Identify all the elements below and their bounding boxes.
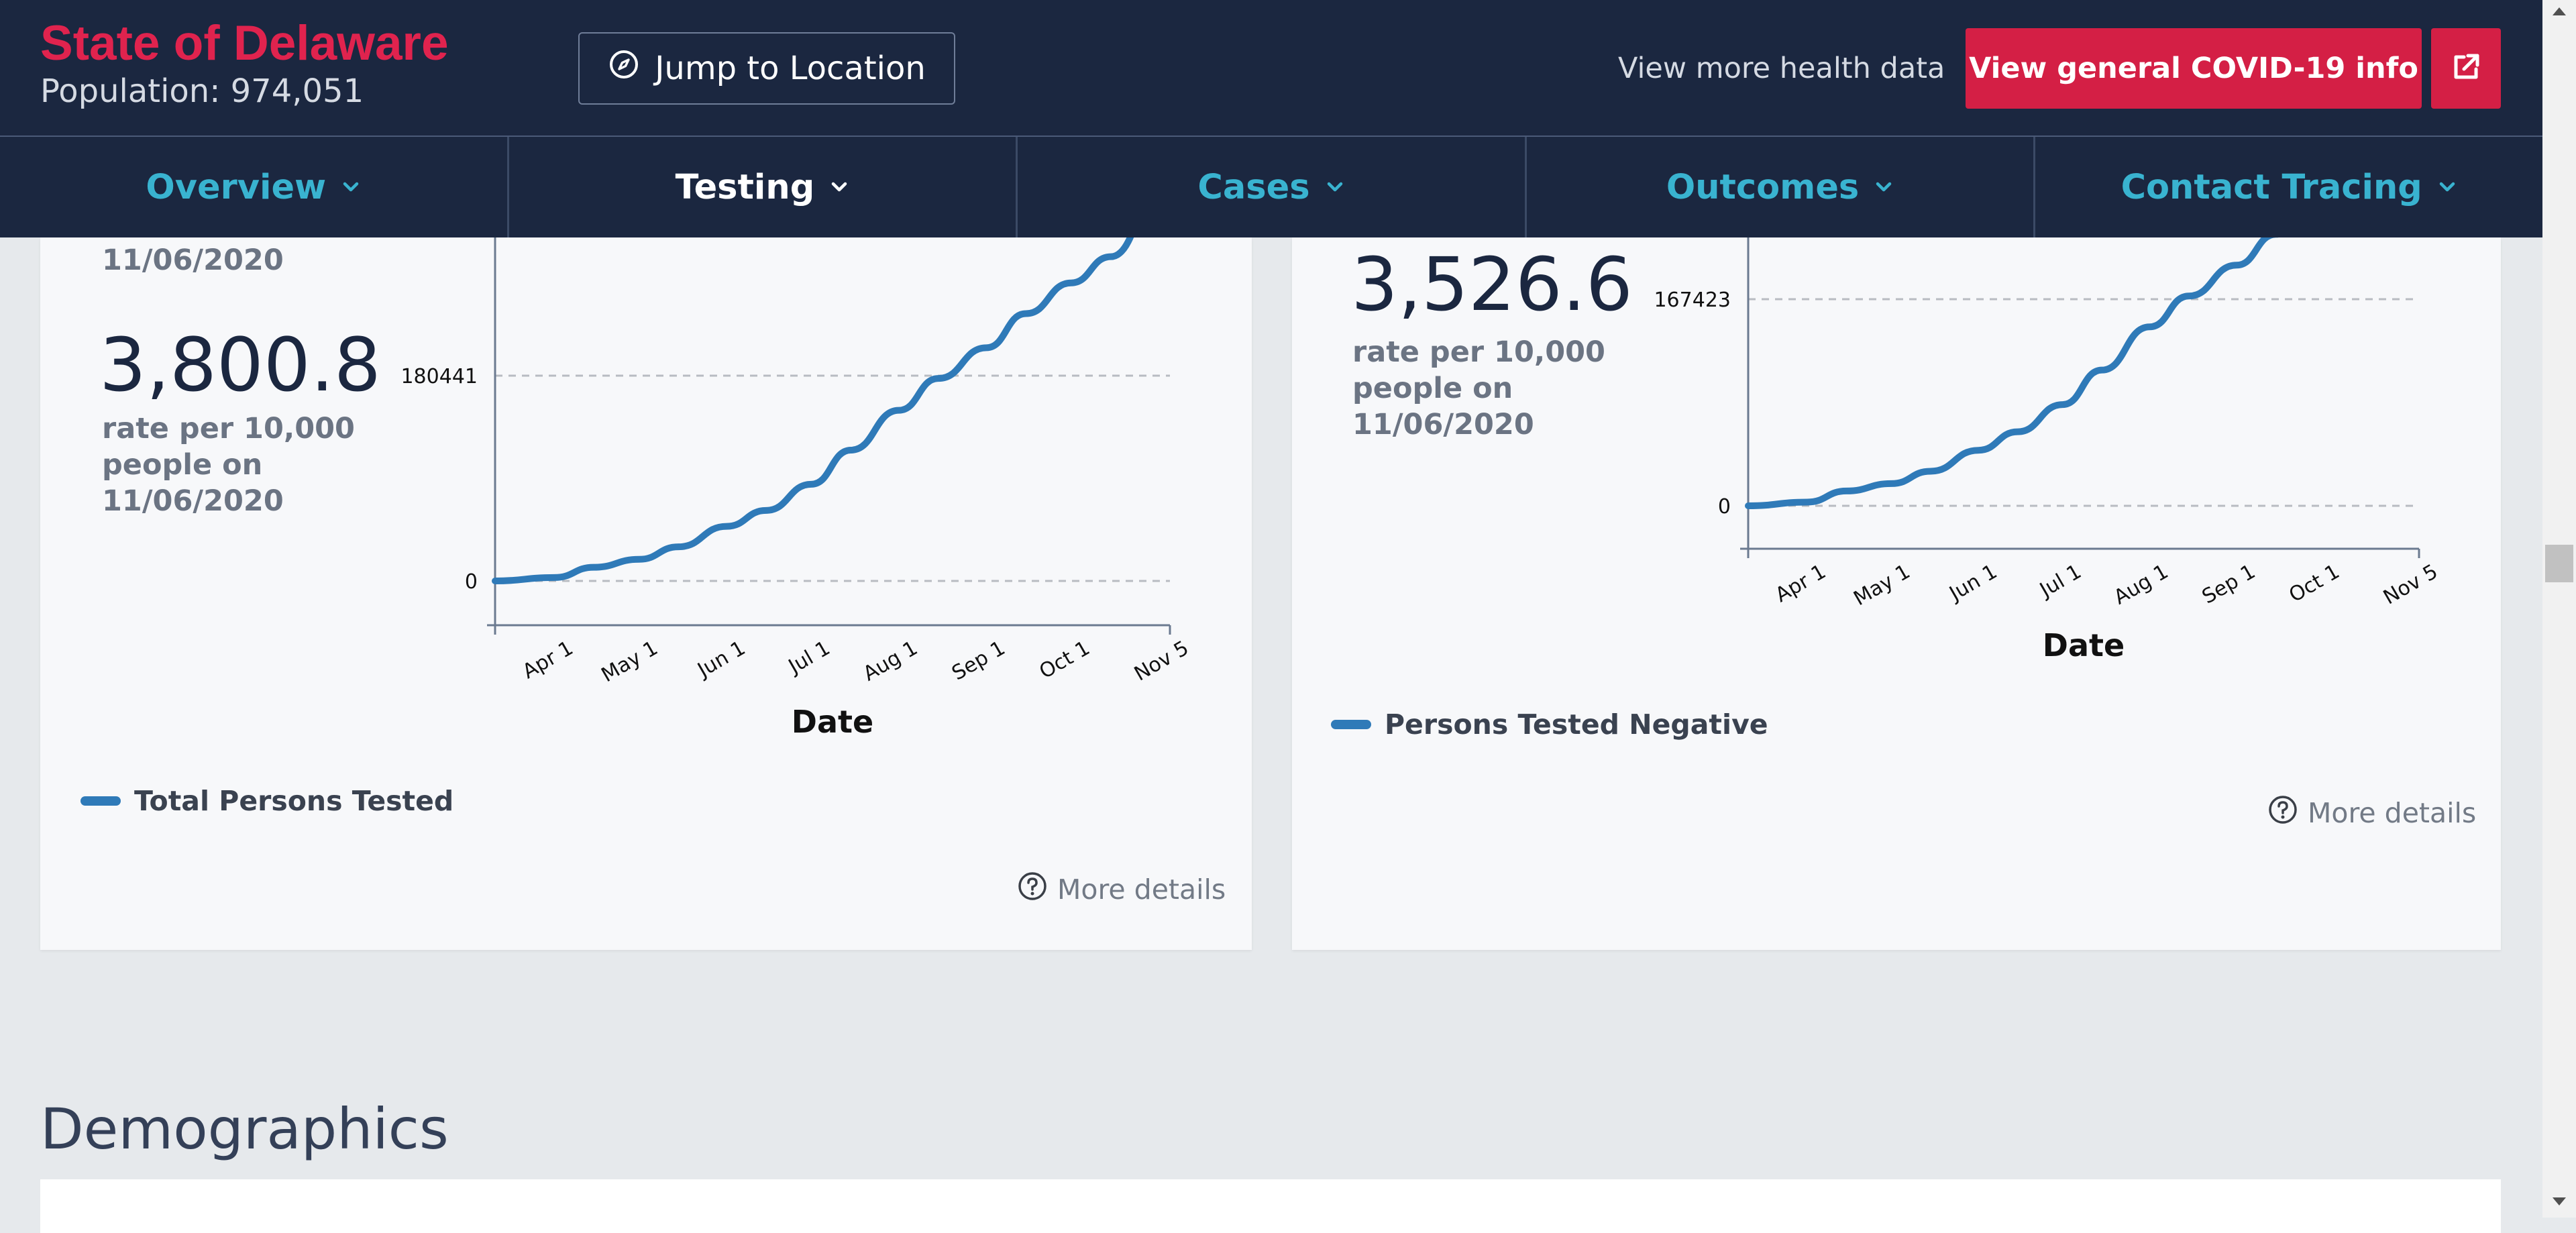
x-tick-label: May 1 <box>598 637 662 688</box>
tab-contact-tracing[interactable]: Contact Tracing <box>2035 137 2542 237</box>
question-circle-icon <box>2267 794 2298 832</box>
total-tested-line-chart: 0 180441 Apr 1 May 1 Jun 1 Jul 1 Aug 1 Sep 1 Oct… <box>400 237 1193 740</box>
external-link-icon <box>2451 52 2481 86</box>
tab-outcomes[interactable]: Outcomes <box>1527 137 2036 237</box>
chevron-down-icon <box>2439 182 2455 192</box>
x-tick-label: Jun 1 <box>693 637 750 683</box>
scroll-thumb[interactable] <box>2545 545 2573 582</box>
chart-legend: Persons Tested Negative <box>1331 708 1768 741</box>
y-tick-label: 167423 <box>1654 288 1731 312</box>
x-tick-label: Aug 1 <box>2110 560 2172 610</box>
chevron-down-icon <box>343 182 359 192</box>
tested-negative-line-chart: 0 167423 Apr 1 May 1 Jun 1 Jul 1 Aug 1 Sep 1 Oct… <box>1654 237 2442 663</box>
site-header: State of Delaware Population: 974,051 Ju… <box>0 0 2542 137</box>
section-nav: Overview Testing Cases Outcomes Contact … <box>0 137 2542 237</box>
x-tick-label: Oct 1 <box>2285 560 2343 608</box>
x-tick-label: Oct 1 <box>1035 637 1093 684</box>
tab-label: Overview <box>146 167 327 207</box>
x-tick-label: Sep 1 <box>2198 560 2259 609</box>
x-tick-label: Apr 1 <box>519 637 577 684</box>
x-tick-label: May 1 <box>1849 560 1914 611</box>
view-health-data-link[interactable]: View more health data <box>1618 48 1945 89</box>
covid-info-button[interactable]: View general COVID-19 info <box>1966 28 2422 109</box>
question-circle-icon <box>1017 871 1048 908</box>
chevron-down-icon <box>831 182 847 192</box>
x-axis-title: Date <box>2043 627 2125 663</box>
jump-to-location-button[interactable]: Jump to Location <box>578 32 955 105</box>
tab-overview[interactable]: Overview <box>0 137 509 237</box>
x-tick-label: Nov 5 <box>1130 637 1193 686</box>
persons-tested-negative-card: 3,526.6 rate per 10,000 people on 11/06/… <box>1292 237 2501 950</box>
x-tick-label: Sep 1 <box>948 637 1009 686</box>
x-axis-title: Date <box>792 704 873 740</box>
scroll-down-arrow-icon[interactable] <box>2551 1194 2568 1209</box>
chart-legend: Total Persons Tested <box>80 785 453 817</box>
y-tick-label: 0 <box>465 570 478 594</box>
demographics-card <box>40 1179 2501 1233</box>
x-tick-label: Aug 1 <box>859 637 922 686</box>
y-tick-label: 0 <box>1718 495 1731 519</box>
covid-info-label: View general COVID-19 info <box>1969 52 2418 85</box>
demographics-heading: Demographics <box>40 1096 449 1162</box>
chevron-down-icon <box>1876 182 1892 192</box>
page-title: State of Delaware <box>40 16 449 70</box>
x-tick-label: Apr 1 <box>1772 560 1830 608</box>
x-tick-label: Nov 5 <box>2379 560 2442 610</box>
x-tick-label: Jul 1 <box>784 637 834 680</box>
legend-label: Total Persons Tested <box>134 785 454 817</box>
tab-testing[interactable]: Testing <box>509 137 1018 237</box>
external-link-button[interactable] <box>2431 28 2501 109</box>
y-tick-label: 180441 <box>400 365 478 388</box>
legend-swatch <box>80 796 121 806</box>
population-label: Population: 974,051 <box>40 72 364 110</box>
legend-label: Persons Tested Negative <box>1385 708 1768 741</box>
tab-label: Contact Tracing <box>2121 167 2422 207</box>
tab-label: Cases <box>1197 167 1310 207</box>
jump-to-location-label: Jump to Location <box>655 50 926 87</box>
more-details-label: More details <box>1057 873 1226 906</box>
scroll-up-arrow-icon[interactable] <box>2551 4 2568 19</box>
compass-icon <box>608 48 640 89</box>
legend-swatch <box>1331 720 1371 729</box>
more-details-link[interactable]: More details <box>2267 794 2476 832</box>
x-tick-label: Jun 1 <box>1944 560 2001 606</box>
tab-label: Outcomes <box>1666 167 1860 207</box>
page-scrollbar[interactable] <box>2542 0 2576 1218</box>
chevron-down-icon <box>1327 182 1342 192</box>
more-details-link[interactable]: More details <box>1017 871 1226 908</box>
tab-cases[interactable]: Cases <box>1018 137 1527 237</box>
tab-label: Testing <box>675 167 815 207</box>
total-persons-tested-card: 11/06/2020 3,800.8 rate per 10,000 peopl… <box>40 237 1252 950</box>
more-details-label: More details <box>2308 797 2477 829</box>
x-tick-label: Jul 1 <box>2035 560 2085 603</box>
